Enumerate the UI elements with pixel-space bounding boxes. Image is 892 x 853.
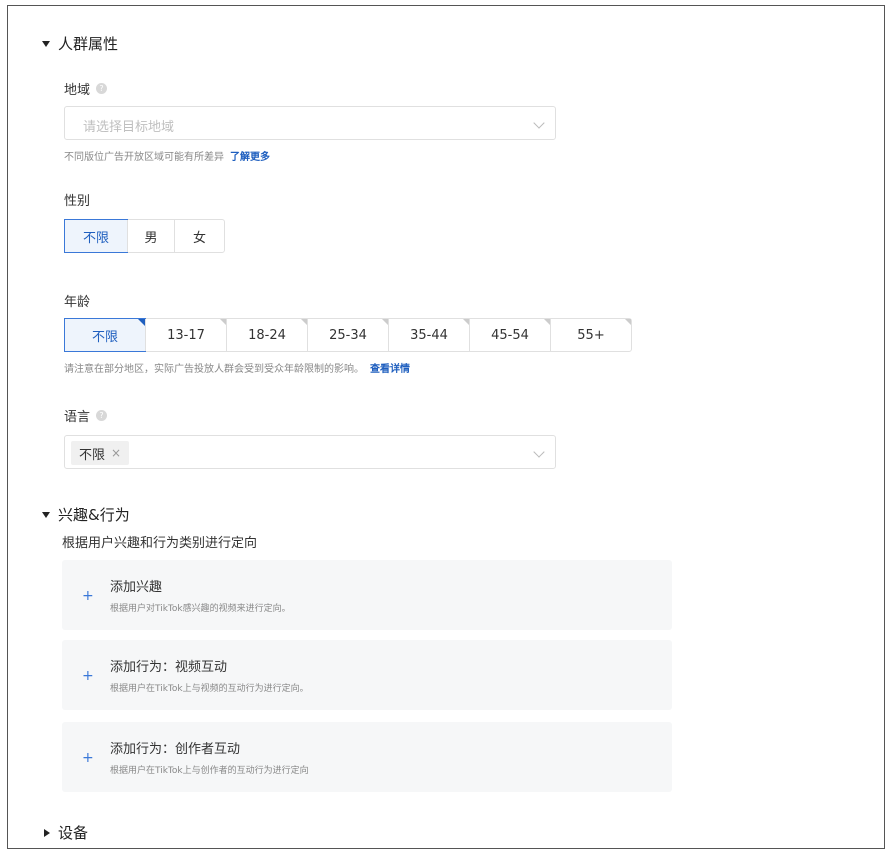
gender-option-female[interactable]: 女 [174, 220, 224, 252]
card-desc: 根据用户在TikTok上与创作者的互动行为进行定向 [110, 766, 309, 776]
plus-icon: + [82, 588, 94, 604]
plus-icon: + [82, 750, 94, 766]
gender-label: 性别 [64, 194, 91, 209]
language-label: 语言 [64, 410, 91, 425]
language-label-row: 语言 ? [64, 406, 108, 425]
region-placeholder: 请选择目标地域 [83, 120, 175, 135]
card-title: 添加行为：视频互动 [110, 660, 228, 675]
age-option-label: 55+ [577, 327, 605, 343]
gender-option-male[interactable]: 男 [127, 220, 174, 252]
card-desc: 根据用户在TikTok上与视频的互动行为进行定向。 [110, 684, 309, 694]
crowd-section-header[interactable]: 人群属性 [42, 33, 118, 54]
age-option-label: 不限 [91, 329, 118, 345]
add-creator-behavior-card[interactable]: + 添加行为：创作者互动 根据用户在TikTok上与创作者的互动行为进行定向 [62, 722, 672, 792]
chevron-down-icon [533, 117, 545, 129]
region-label-row: 地域 ? [64, 79, 108, 98]
interest-section-title: 兴趣&行为 [58, 506, 130, 524]
close-icon[interactable]: × [111, 446, 121, 460]
age-option-label: 25-34 [329, 327, 367, 343]
age-option-label: 45-54 [491, 327, 529, 343]
age-option-label: 35-44 [410, 327, 448, 343]
device-section-header[interactable]: 设备 [44, 822, 88, 843]
add-video-behavior-card[interactable]: + 添加行为：视频互动 根据用户在TikTok上与视频的互动行为进行定向。 [62, 640, 672, 710]
age-option-18-24[interactable]: 18-24 [226, 319, 307, 351]
age-option-35-44[interactable]: 35-44 [388, 319, 469, 351]
info-icon[interactable]: ? [96, 83, 108, 94]
targeting-panel: 人群属性 地域 ? 请选择目标地域 不同版位广告开放区域可能有所差异 了解更多 性… [7, 5, 885, 849]
age-option-45-54[interactable]: 45-54 [469, 319, 550, 351]
region-label: 地域 [64, 83, 91, 98]
age-option-55-plus[interactable]: 55+ [550, 319, 631, 351]
plus-icon: + [82, 668, 94, 684]
age-option-label: 13-17 [167, 327, 205, 343]
age-option-any[interactable]: 不限 [64, 318, 146, 352]
card-title: 添加行为：创作者互动 [110, 742, 241, 757]
info-icon[interactable]: ? [96, 410, 108, 421]
age-label: 年龄 [64, 295, 91, 310]
interest-subtitle: 根据用户兴趣和行为类别进行定向 [62, 536, 258, 551]
gender-option-any[interactable]: 不限 [64, 219, 128, 253]
language-tag-label: 不限 [79, 447, 106, 463]
caret-down-icon [42, 511, 50, 518]
language-select[interactable]: 不限 × [64, 435, 556, 469]
crowd-section-title: 人群属性 [58, 35, 119, 53]
region-hint-text: 不同版位广告开放区域可能有所差异 [64, 152, 224, 163]
region-hint: 不同版位广告开放区域可能有所差异 了解更多 [64, 148, 270, 163]
view-details-link[interactable]: 查看详情 [370, 364, 410, 375]
chevron-down-icon [533, 446, 545, 458]
learn-more-link[interactable]: 了解更多 [230, 152, 270, 163]
region-select[interactable]: 请选择目标地域 [64, 106, 556, 140]
language-tag: 不限 × [71, 441, 130, 465]
age-option-label: 18-24 [248, 327, 286, 343]
age-hint-text: 请注意在部分地区，实际广告投放人群会受到受众年龄限制的影响。 [64, 364, 364, 375]
corner-marker-icon [138, 319, 145, 326]
age-option-13-17[interactable]: 13-17 [145, 319, 226, 351]
caret-down-icon [42, 40, 50, 47]
device-section-title: 设备 [58, 824, 89, 842]
card-desc: 根据用户对TikTok感兴趣的视频来进行定向。 [110, 604, 291, 614]
card-title: 添加兴趣 [110, 580, 163, 595]
add-interest-card[interactable]: + 添加兴趣 根据用户对TikTok感兴趣的视频来进行定向。 [62, 560, 672, 630]
caret-right-icon [44, 828, 50, 837]
age-hint: 请注意在部分地区，实际广告投放人群会受到受众年龄限制的影响。 查看详情 [64, 360, 410, 375]
gender-segmented-control: 不限 男 女 [64, 219, 225, 253]
age-option-25-34[interactable]: 25-34 [307, 319, 388, 351]
corner-marker-icon [625, 319, 631, 325]
age-segmented-control: 不限 13-17 18-24 25-34 35-44 45-54 55+ [64, 318, 632, 352]
interest-section-header[interactable]: 兴趣&行为 [42, 504, 130, 525]
